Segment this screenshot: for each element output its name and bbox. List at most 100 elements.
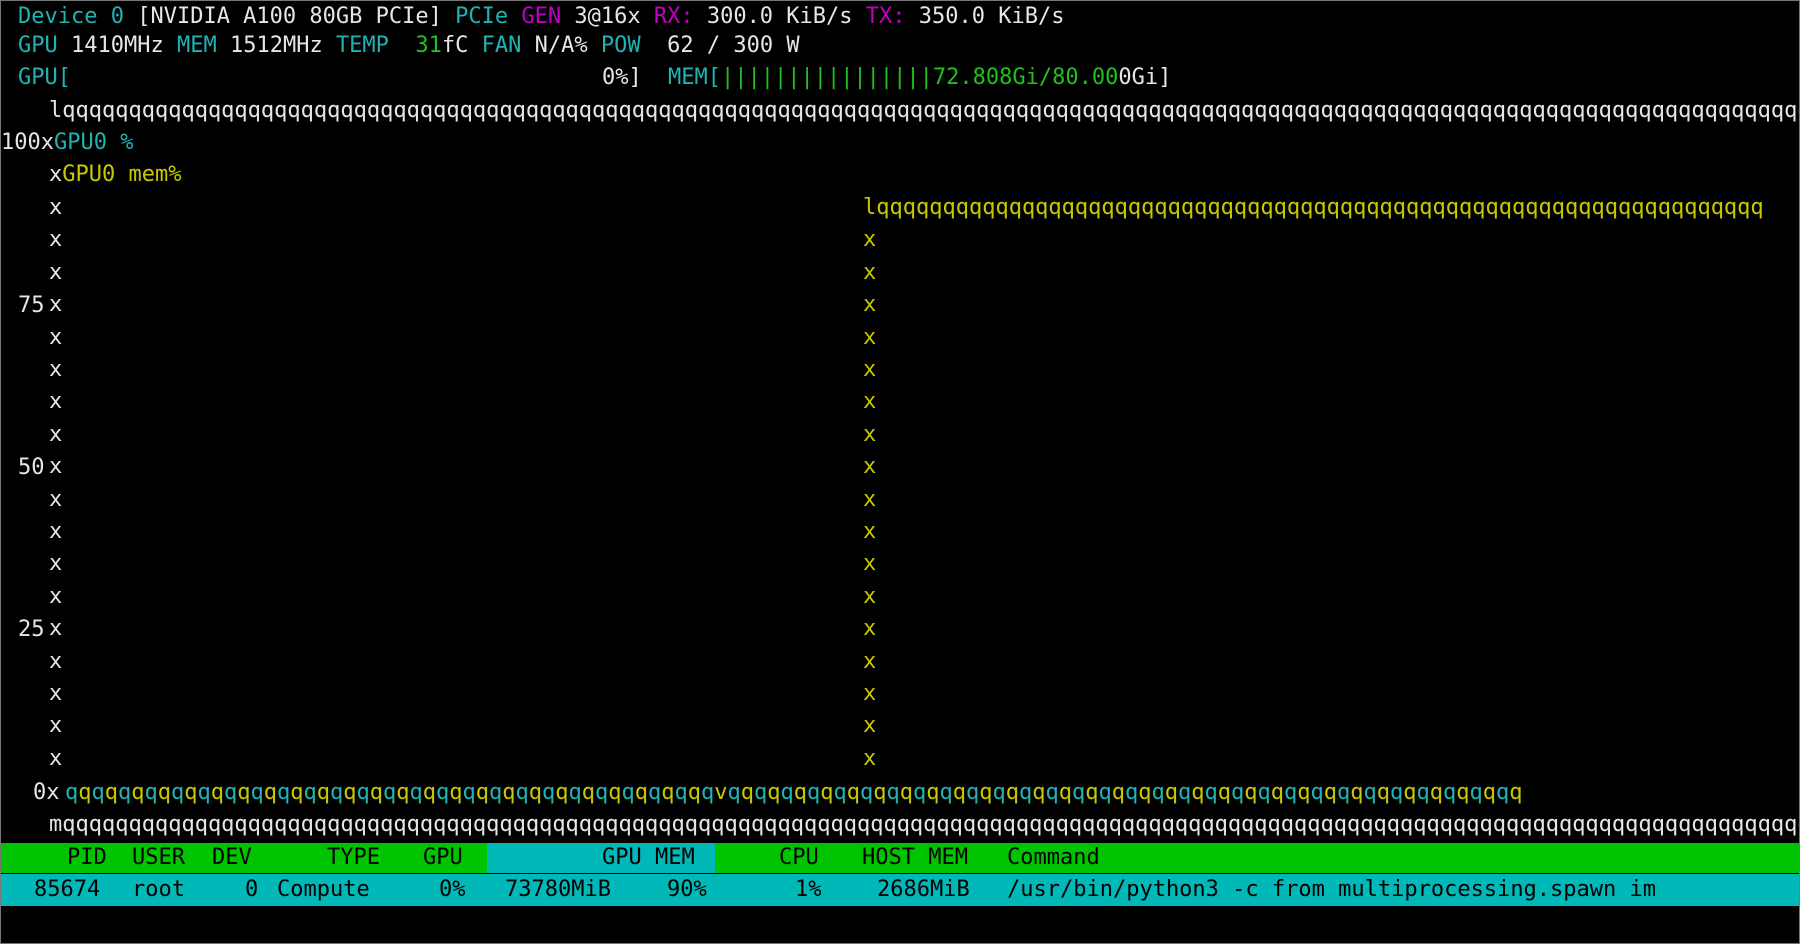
col-cpu[interactable]: CPU [779,843,819,873]
mem-series-segment: x [863,746,877,771]
col-pid[interactable]: PID [67,843,107,873]
y-axis-segment: x [49,584,63,609]
table-row[interactable]: 85674 root 0 Compute 0% 73780MiB 90% 1% … [1,874,1799,906]
col-host-mem[interactable]: HOST MEM [862,843,968,873]
fan-value: N/A% [534,33,588,58]
row-host-mem: 2686MiB [877,877,970,902]
gpu-clock-label: GPU [18,33,58,58]
col-command[interactable]: Command [1007,843,1100,873]
mem-usage-bar: MEM[||||||||||||||||72.808Gi/80.000Gi] [668,62,1171,94]
y-tick-75-wrap: 75 [18,290,45,322]
y-axis-segment: x [49,292,63,317]
y-axis-segment: x [49,713,63,738]
chart-top-border: lqqqqqqqqqqqqqqqqqqqqqqqqqqqqqqqqqqqqqqq… [49,98,1800,123]
y-axis-segment: x [49,649,63,674]
col-type[interactable]: TYPE [327,843,380,873]
col-gpu-mem[interactable]: GPU MEM [602,843,695,873]
mem-usage-label: MEM[ [668,65,721,90]
mem-usage-white: 0Gi] [1118,65,1172,90]
mem-series-segment: x [863,422,877,447]
mem-series-segment: x [863,260,877,285]
gpu-util-value: 0%] [602,65,642,90]
col-gpu[interactable]: GPU [423,843,463,873]
chart-baseline: qqqqqqqqqqqqqqqqqqqqqqqqqqqqqqqqqqqqqqqq… [65,780,1523,805]
legend-gpu-label: GPU0 % [54,130,134,155]
y-tick-25-wrap: 25 [18,614,45,646]
mem-series-segment: x [863,389,877,414]
gpu-clock-value: 1410MHz [71,33,164,58]
mem-series-segment: x [863,551,877,576]
col-user[interactable]: USER [132,843,185,873]
y-axis-segment: x [49,325,63,350]
y-axis-segment: x [49,195,63,220]
gpu-util-label-wrap: GPU[ [18,62,71,94]
y-axis-segment: x [49,357,63,382]
y-tick-0-wrap: 0x [33,780,60,805]
y-tick-50-wrap: 50 [18,452,45,484]
mem-series-segment: x [863,325,877,350]
chart-legend-mem: xGPU0 mem% [49,162,182,187]
process-table-header: PID USER DEV TYPE GPU GPU MEM CPU HOST M… [1,843,1799,873]
row-gpu: 0% [439,877,466,902]
chart-bottom-border: mqqqqqqqqqqqqqqqqqqqqqqqqqqqqqqqqqqqqqqq… [49,812,1800,837]
pcie-label: PCIe [455,4,509,29]
mem-usage-bars: |||||||||||||||| [720,65,933,90]
mem-clock-label: MEM [176,33,217,58]
mem-series-segment: x [863,227,877,252]
mem-usage-green: 72.808Gi/80.00 [932,65,1119,90]
y-axis-segment: x [49,389,63,414]
temp-value: 31 [415,33,442,58]
temp-unit: fC [441,33,469,58]
col-dev[interactable]: DEV [212,843,252,873]
mem-series-line: lqqqqqqqqqqqqqqqqqqqqqqqqqqqqqqqqqqqqqqq… [863,195,1764,220]
pow-label: POW [600,33,641,58]
mem-series-segment: x [863,649,877,674]
tx-value: 350.0 KiB/s [918,4,1065,29]
y-axis-segment: x [49,227,63,252]
mem-clock-value: 1512MHz [229,33,323,58]
terminal-window: Device 0 [NVIDIA A100 80GB PCIe] PCIe GE… [0,0,1800,944]
row-command: /usr/bin/python3 -c from multiprocessing… [1007,877,1657,902]
gpu-util-label: GPU[ [18,65,71,90]
y-tick-50: 50 [18,455,45,480]
mem-series-segment: x [863,357,877,382]
mem-series-segment: x [863,292,877,317]
mem-series-segment: x [863,454,877,479]
mem-series-segment: x [863,681,877,706]
fan-label: FAN [481,33,522,58]
mem-series-segment: x [863,584,877,609]
temp-label: TEMP [335,33,389,58]
y-axis-segment: x [49,551,63,576]
device-label: Device 0 [18,4,124,29]
y-tick-25: 25 [18,617,45,642]
row-gpu-mem: 73780MiB [505,877,611,902]
y-axis-segment: x [49,422,63,447]
gpu-util-value-wrap: 0%] [602,62,642,94]
y-tick-75: 75 [18,293,45,318]
row-dev: 0 [245,877,259,902]
row-gpu-mem-pct: 90% [667,877,707,902]
tx-label: TX: [865,4,906,29]
y-axis-segment: x [49,260,63,285]
mem-series-segment: x [863,713,877,738]
y-tick-100: 100 [1,130,41,155]
y-axis-segment: x [49,616,63,641]
rx-value: 300.0 KiB/s [706,4,853,29]
gen-label: GEN [521,4,562,29]
row-type: Compute [277,877,370,902]
y-axis-segment: x [49,746,63,771]
device-info-line: Device 0 [NVIDIA A100 80GB PCIe] PCIe GE… [18,1,1064,33]
clock-info-line: GPU 1410MHz MEM 1512MHz TEMP 31fC FAN N/… [18,30,800,62]
pow-value: 62 / 300 W [667,33,800,58]
mem-series-segment: x [863,519,877,544]
row-user: root [132,877,185,902]
y-axis-segment: x [49,681,63,706]
chart-legend-gpu: 100xGPU0 % [1,130,134,155]
device-name: [NVIDIA A100 80GB PCIe] [137,4,442,29]
y-tick-0: 0 [33,780,47,805]
y-axis-segment: x [49,519,63,544]
row-pid: 85674 [34,877,101,902]
mem-series-segment: x [863,616,877,641]
row-cpu: 1% [795,877,822,902]
rx-label: RX: [653,4,694,29]
